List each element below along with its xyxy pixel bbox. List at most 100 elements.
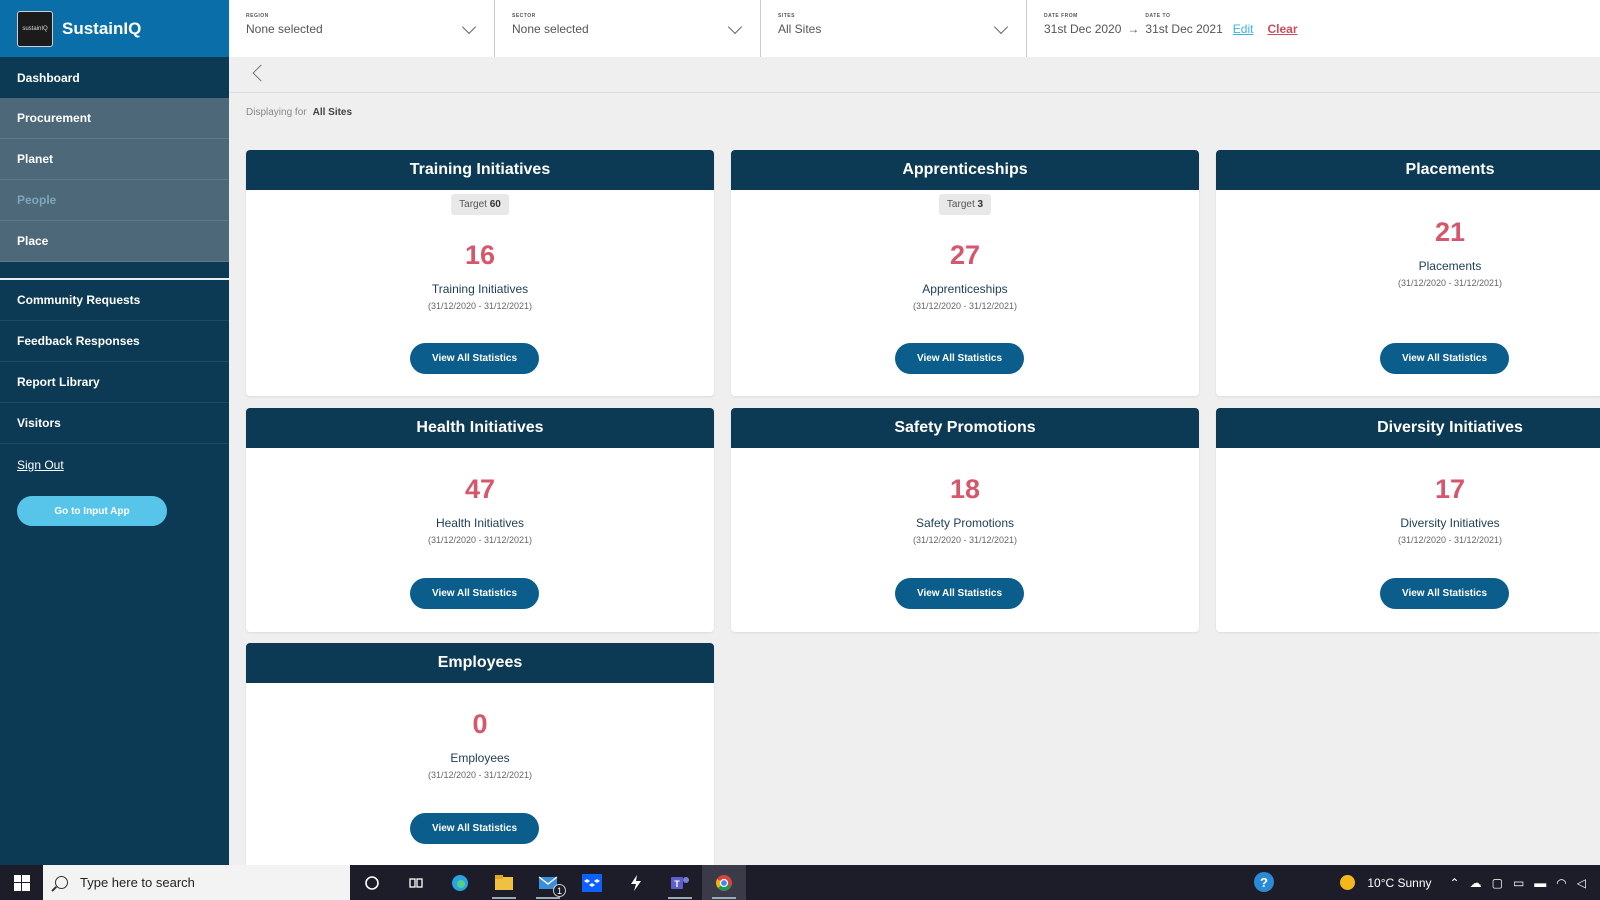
edge-browser-icon[interactable] <box>438 865 482 900</box>
date-from[interactable]: DATE FROM 31st Dec 2020 <box>1044 13 1121 57</box>
sun-icon <box>1340 875 1356 890</box>
sidebar-item-community-requests[interactable]: Community Requests <box>0 280 229 321</box>
card-range: (31/12/2020 - 31/12/2021) <box>427 770 533 780</box>
date-range-filter: DATE FROM 31st Dec 2020 → DATE TO 31st D… <box>1027 0 1298 57</box>
region-label: REGION <box>246 13 269 19</box>
card-value: 0 <box>472 709 488 739</box>
displaying-value: All Sites <box>312 107 353 118</box>
windows-logo-icon <box>13 874 30 891</box>
mail-badge: 1 <box>553 884 566 897</box>
svg-text:T: T <box>674 879 680 889</box>
date-to[interactable]: DATE TO 31st Dec 2021 <box>1145 13 1222 57</box>
card-title: Apprenticeships <box>731 150 1199 190</box>
lightning-app-icon[interactable] <box>614 865 658 900</box>
card-label: Employees <box>450 751 510 765</box>
search-placeholder: Type here to search <box>80 875 195 890</box>
card-training-initiatives: Training Initiatives Target 60 16 Traini… <box>246 150 714 396</box>
chevron-up-icon[interactable]: ⌃ <box>1450 876 1460 890</box>
card-value: 16 <box>464 240 496 270</box>
card-value: 27 <box>949 240 981 270</box>
card-title: Training Initiatives <box>246 150 714 190</box>
view-all-statistics-button[interactable]: View All Statistics <box>1380 343 1509 374</box>
sidebar-item-planet[interactable]: Planet <box>0 139 229 180</box>
card-range: (31/12/2020 - 31/12/2021) <box>912 535 1018 545</box>
date-to-label: DATE TO <box>1145 13 1171 19</box>
card-label: Training Initiatives <box>431 282 529 296</box>
file-explorer-icon[interactable] <box>482 865 526 900</box>
target-prefix: Target <box>459 199 487 210</box>
sites-label: SITES <box>778 13 795 19</box>
displaying-for: Displaying for All Sites <box>246 107 352 118</box>
sidebar-item-dashboard[interactable]: Dashboard <box>0 57 229 98</box>
brand-name: SustainIQ <box>62 18 142 38</box>
card-range: (31/12/2020 - 31/12/2021) <box>912 301 1018 311</box>
mail-icon[interactable]: 1 <box>526 865 570 900</box>
card-apprenticeships: Apprenticeships Target 3 27 Apprenticesh… <box>731 150 1199 396</box>
sidebar-item-people[interactable]: People <box>0 180 229 221</box>
chrome-icon[interactable] <box>702 865 746 900</box>
windows-start-button[interactable] <box>0 865 43 900</box>
target-value: 60 <box>489 199 501 210</box>
sector-select[interactable]: SECTOR None selected <box>495 0 761 57</box>
sidebar-item-report-library[interactable]: Report Library <box>0 362 229 403</box>
card-title: Safety Promotions <box>731 408 1199 448</box>
card-label: Placements <box>1418 259 1482 273</box>
view-all-statistics-button[interactable]: View All Statistics <box>1380 578 1509 609</box>
sidebar-item-feedback-responses[interactable]: Feedback Responses <box>0 321 229 362</box>
chevron-left-icon[interactable] <box>252 64 270 82</box>
sidebar-item-visitors[interactable]: Visitors <box>0 403 229 444</box>
date-from-value: 31st Dec 2020 <box>1044 22 1122 36</box>
taskbar-search-box[interactable]: Type here to search <box>43 865 350 900</box>
brand[interactable]: sustainIQ SustainIQ <box>0 0 229 57</box>
card-label: Apprenticeships <box>922 282 1008 296</box>
card-range: (31/12/2020 - 31/12/2021) <box>1397 535 1503 545</box>
sites-value: All Sites <box>778 22 822 36</box>
region-value: None selected <box>246 22 323 36</box>
weather-widget[interactable]: 10°C Sunny <box>1340 875 1432 890</box>
sidebar-item-procurement[interactable]: Procurement <box>0 98 229 139</box>
card-range: (31/12/2020 - 31/12/2021) <box>427 535 533 545</box>
dropbox-icon[interactable] <box>570 865 614 900</box>
card-placements: Placements 21 Placements (31/12/2020 - 3… <box>1216 150 1600 396</box>
system-tray: 10°C Sunny ⌃ ☁ ▢ ▭ ▬ ◠ ◁ <box>1340 865 1586 900</box>
speaker-icon[interactable]: ◁ <box>1577 876 1586 890</box>
network-status-icon[interactable]: ☁ <box>1470 876 1482 890</box>
back-row <box>229 57 1600 93</box>
date-to-value: 31st Dec 2021 <box>1145 22 1223 36</box>
clear-filters-link[interactable]: Clear <box>1267 22 1297 57</box>
card-title: Diversity Initiatives <box>1216 408 1600 448</box>
card-value: 18 <box>949 474 981 504</box>
help-icon[interactable]: ? <box>1254 872 1274 892</box>
sidebar-item-place[interactable]: Place <box>0 221 229 262</box>
view-all-statistics-button[interactable]: View All Statistics <box>895 343 1024 374</box>
edit-date-link[interactable]: Edit <box>1233 22 1254 57</box>
view-all-statistics-button[interactable]: View All Statistics <box>410 343 539 374</box>
target-badge: Target 60 <box>451 194 509 215</box>
target-badge: Target 3 <box>938 194 992 215</box>
view-all-statistics-button[interactable]: View All Statistics <box>410 578 539 609</box>
card-value: 17 <box>1434 474 1466 504</box>
displaying-prefix: Displaying for <box>246 107 307 118</box>
windows-taskbar: Type here to search 1 T 10°C Sunny ⌃ ☁ ▢… <box>0 865 1600 900</box>
teams-icon[interactable]: T <box>658 865 702 900</box>
region-select[interactable]: REGION None selected <box>229 0 495 57</box>
target-value: 3 <box>977 199 984 210</box>
card-value: 47 <box>464 474 496 504</box>
wifi-icon[interactable]: ◠ <box>1556 876 1566 890</box>
view-all-statistics-button[interactable]: View All Statistics <box>410 813 539 844</box>
display-icon[interactable]: ▭ <box>1513 876 1524 890</box>
view-all-statistics-button[interactable]: View All Statistics <box>895 578 1024 609</box>
arrow-right-icon: → <box>1127 22 1140 36</box>
device-icon[interactable]: ▢ <box>1492 876 1503 890</box>
go-to-input-app-button[interactable]: Go to Input App <box>17 496 167 526</box>
card-diversity-initiatives: Diversity Initiatives 17 Diversity Initi… <box>1216 408 1600 632</box>
task-view-icon[interactable] <box>394 865 438 900</box>
sidebar: sustainIQ SustainIQ Dashboard Procuremen… <box>0 0 229 865</box>
sign-out-link[interactable]: Sign Out <box>0 444 229 485</box>
cortana-icon[interactable] <box>350 865 394 900</box>
card-title: Placements <box>1216 150 1600 190</box>
brand-logo: sustainIQ <box>17 10 53 47</box>
sites-select[interactable]: SITES All Sites <box>761 0 1027 57</box>
battery-icon[interactable]: ▬ <box>1534 876 1546 890</box>
filter-bar: REGION None selected SECTOR None selecte… <box>229 0 1600 57</box>
